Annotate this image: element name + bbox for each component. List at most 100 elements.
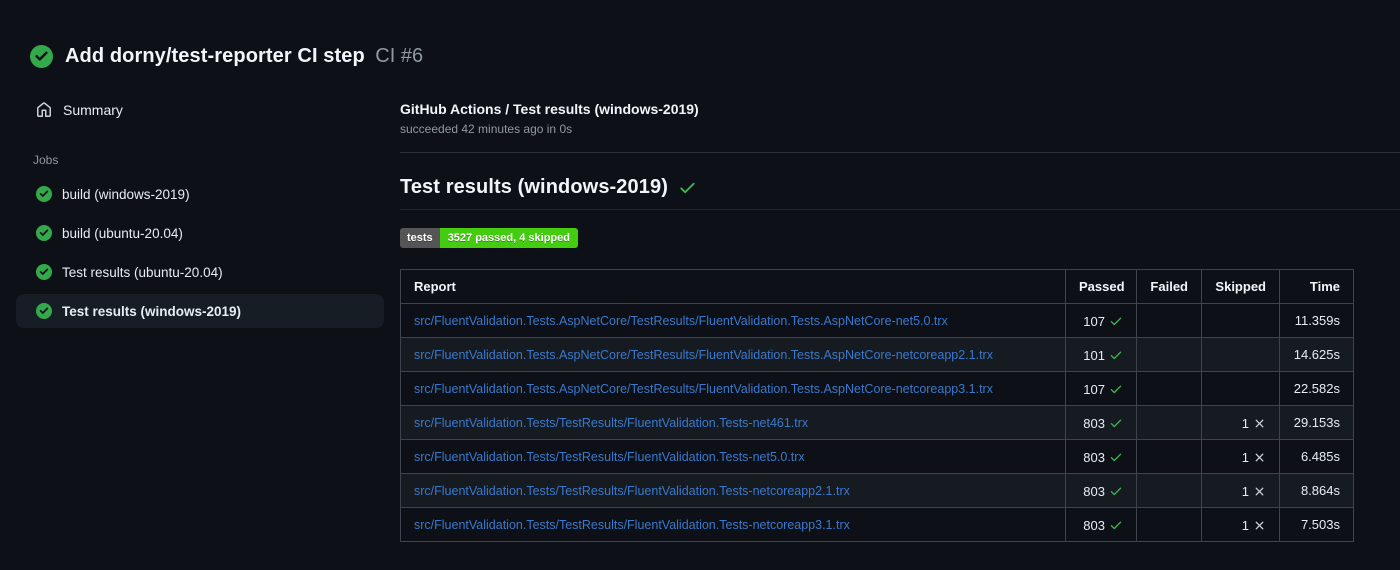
- report-cell: src/FluentValidation.Tests/TestResults/F…: [400, 507, 1066, 542]
- skipped-count: 1: [1241, 449, 1249, 465]
- jobs-section-label: Jobs: [33, 153, 59, 167]
- passed-check-icon: [1110, 317, 1122, 326]
- passed-check-icon: [1110, 351, 1122, 360]
- skipped-count: 1: [1241, 483, 1249, 499]
- report-link[interactable]: src/FluentValidation.Tests/TestResults/F…: [414, 450, 805, 464]
- section-title: Test results (windows-2019): [400, 176, 668, 198]
- passed-cell: 107: [1065, 303, 1137, 338]
- passed-check-icon: [1110, 453, 1122, 462]
- passed-check-icon: [1110, 385, 1122, 394]
- report-link[interactable]: src/FluentValidation.Tests.AspNetCore/Te…: [414, 314, 948, 328]
- col-header-time: Time: [1279, 269, 1354, 304]
- col-header-failed: Failed: [1136, 269, 1202, 304]
- table-row: src/FluentValidation.Tests.AspNetCore/Te…: [400, 303, 1354, 338]
- tests-badge: tests 3527 passed, 4 skipped: [400, 228, 578, 248]
- col-header-skipped: Skipped: [1201, 269, 1280, 304]
- section-title-row: Test results (windows-2019): [400, 176, 1400, 210]
- sidebar-job-item[interactable]: build (ubuntu-20.04): [16, 216, 384, 250]
- tests-badge-value: 3527 passed, 4 skipped: [439, 228, 578, 248]
- passed-count: 803: [1083, 517, 1105, 533]
- success-check-circle-icon: [36, 186, 52, 202]
- passed-check-icon: [1110, 419, 1122, 428]
- run-header: Add dorny/test-reporter CI step CI #6: [0, 0, 1400, 84]
- passed-cell: 107: [1065, 371, 1137, 406]
- failed-cell: [1136, 405, 1202, 440]
- passed-check-icon: [1110, 521, 1122, 530]
- report-cell: src/FluentValidation.Tests/TestResults/F…: [400, 439, 1066, 474]
- passed-cell: 803: [1065, 473, 1137, 508]
- test-results-table: Report Passed Failed Skipped Time src/Fl…: [400, 269, 1354, 542]
- time-cell: 11.359s: [1279, 303, 1354, 338]
- table-row: src/FluentValidation.Tests/TestResults/F…: [400, 439, 1354, 474]
- report-cell: src/FluentValidation.Tests/TestResults/F…: [400, 473, 1066, 508]
- failed-cell: [1136, 439, 1202, 474]
- passed-count: 803: [1083, 449, 1105, 465]
- report-link[interactable]: src/FluentValidation.Tests.AspNetCore/Te…: [414, 382, 993, 396]
- report-cell: src/FluentValidation.Tests.AspNetCore/Te…: [400, 371, 1066, 406]
- report-link[interactable]: src/FluentValidation.Tests/TestResults/F…: [414, 518, 850, 532]
- passed-count: 803: [1083, 415, 1105, 431]
- table-row: src/FluentValidation.Tests/TestResults/F…: [400, 405, 1354, 440]
- passed-count: 101: [1083, 347, 1105, 363]
- passed-cell: 803: [1065, 405, 1137, 440]
- skipped-x-icon: [1255, 487, 1264, 495]
- sidebar-item-summary[interactable]: Summary: [16, 94, 384, 126]
- table-row: src/FluentValidation.Tests/TestResults/F…: [400, 507, 1354, 542]
- job-label: Test results (ubuntu-20.04): [62, 264, 223, 280]
- table-row: src/FluentValidation.Tests.AspNetCore/Te…: [400, 371, 1354, 406]
- run-number: CI #6: [375, 44, 424, 67]
- skipped-count: 1: [1241, 415, 1249, 431]
- success-check-circle-icon: [36, 264, 52, 280]
- job-label: Test results (windows-2019): [62, 303, 242, 319]
- check-run-title: GitHub Actions / Test results (windows-2…: [400, 101, 699, 117]
- sidebar-summary-label: Summary: [63, 102, 123, 118]
- time-cell: 6.485s: [1279, 439, 1354, 474]
- table-row: src/FluentValidation.Tests.AspNetCore/Te…: [400, 337, 1354, 372]
- report-cell: src/FluentValidation.Tests.AspNetCore/Te…: [400, 303, 1066, 338]
- time-cell: 7.503s: [1279, 507, 1354, 542]
- time-cell: 22.582s: [1279, 371, 1354, 406]
- skipped-count: 1: [1241, 517, 1249, 533]
- col-header-passed: Passed: [1065, 269, 1137, 304]
- jobs-list: build (windows-2019) build (ubuntu-20.04)…: [0, 177, 400, 328]
- passed-cell: 101: [1065, 337, 1137, 372]
- passed-count: 107: [1083, 313, 1105, 329]
- check-run-header: GitHub Actions / Test results (windows-2…: [400, 84, 1400, 153]
- sidebar-job-item[interactable]: Test results (windows-2019): [16, 294, 384, 328]
- run-title-group: Add dorny/test-reporter CI step CI #6: [65, 45, 423, 68]
- skipped-cell: 1: [1201, 439, 1280, 474]
- sidebar-job-item[interactable]: build (windows-2019): [16, 177, 384, 211]
- failed-cell: [1136, 303, 1202, 338]
- col-header-report: Report: [400, 269, 1066, 304]
- skipped-cell: 1: [1201, 507, 1280, 542]
- success-check-icon: [680, 182, 695, 194]
- home-icon: [37, 102, 51, 117]
- sidebar-job-item[interactable]: Test results (ubuntu-20.04): [16, 255, 384, 289]
- passed-check-icon: [1110, 487, 1122, 496]
- skipped-cell: [1201, 303, 1280, 338]
- report-link[interactable]: src/FluentValidation.Tests/TestResults/F…: [414, 484, 850, 498]
- table-row: src/FluentValidation.Tests/TestResults/F…: [400, 473, 1354, 508]
- table-header-row: Report Passed Failed Skipped Time: [400, 269, 1354, 304]
- skipped-x-icon: [1255, 453, 1264, 461]
- failed-cell: [1136, 371, 1202, 406]
- skipped-x-icon: [1255, 419, 1264, 427]
- time-cell: 29.153s: [1279, 405, 1354, 440]
- tests-badge-label: tests: [400, 228, 440, 248]
- passed-count: 803: [1083, 483, 1105, 499]
- skipped-cell: [1201, 371, 1280, 406]
- skipped-cell: 1: [1201, 405, 1280, 440]
- success-check-circle-icon: [30, 44, 53, 68]
- main-panel: GitHub Actions / Test results (windows-2…: [400, 84, 1400, 542]
- failed-cell: [1136, 507, 1202, 542]
- passed-cell: 803: [1065, 507, 1137, 542]
- report-link[interactable]: src/FluentValidation.Tests.AspNetCore/Te…: [414, 348, 993, 362]
- time-cell: 8.864s: [1279, 473, 1354, 508]
- skipped-cell: [1201, 337, 1280, 372]
- report-link[interactable]: src/FluentValidation.Tests/TestResults/F…: [414, 416, 808, 430]
- check-run-subtitle: succeeded 42 minutes ago in 0s: [400, 122, 573, 136]
- report-cell: src/FluentValidation.Tests.AspNetCore/Te…: [400, 337, 1066, 372]
- failed-cell: [1136, 473, 1202, 508]
- success-check-circle-icon: [36, 303, 52, 319]
- report-cell: src/FluentValidation.Tests/TestResults/F…: [400, 405, 1066, 440]
